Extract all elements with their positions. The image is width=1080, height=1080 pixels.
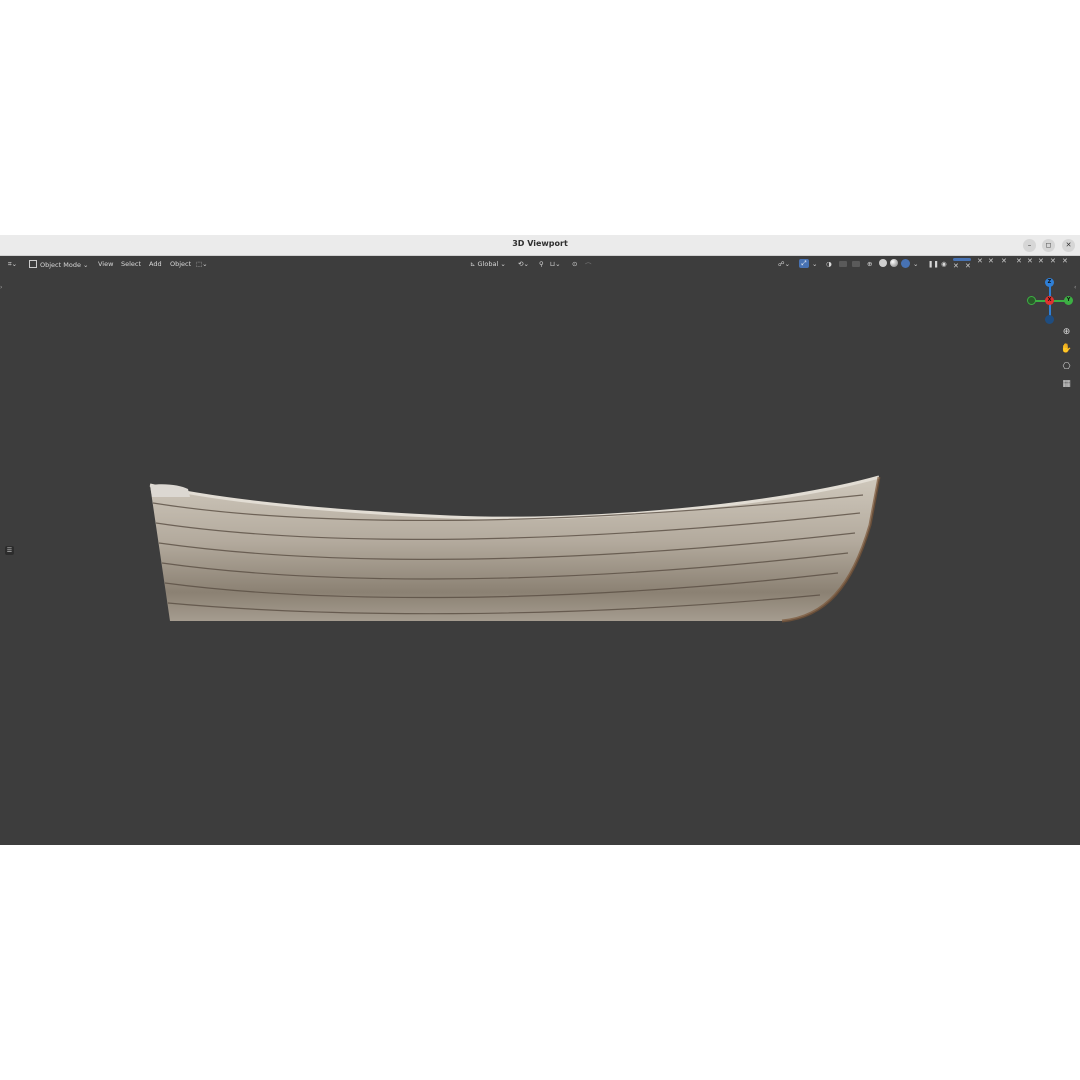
boat-model[interactable] — [0, 235, 1080, 845]
stern-rim — [150, 484, 190, 497]
blender-window: 3D Viewport – ◻ ✕ ⌗⌄ Object Mode ⌄ View … — [0, 235, 1080, 845]
